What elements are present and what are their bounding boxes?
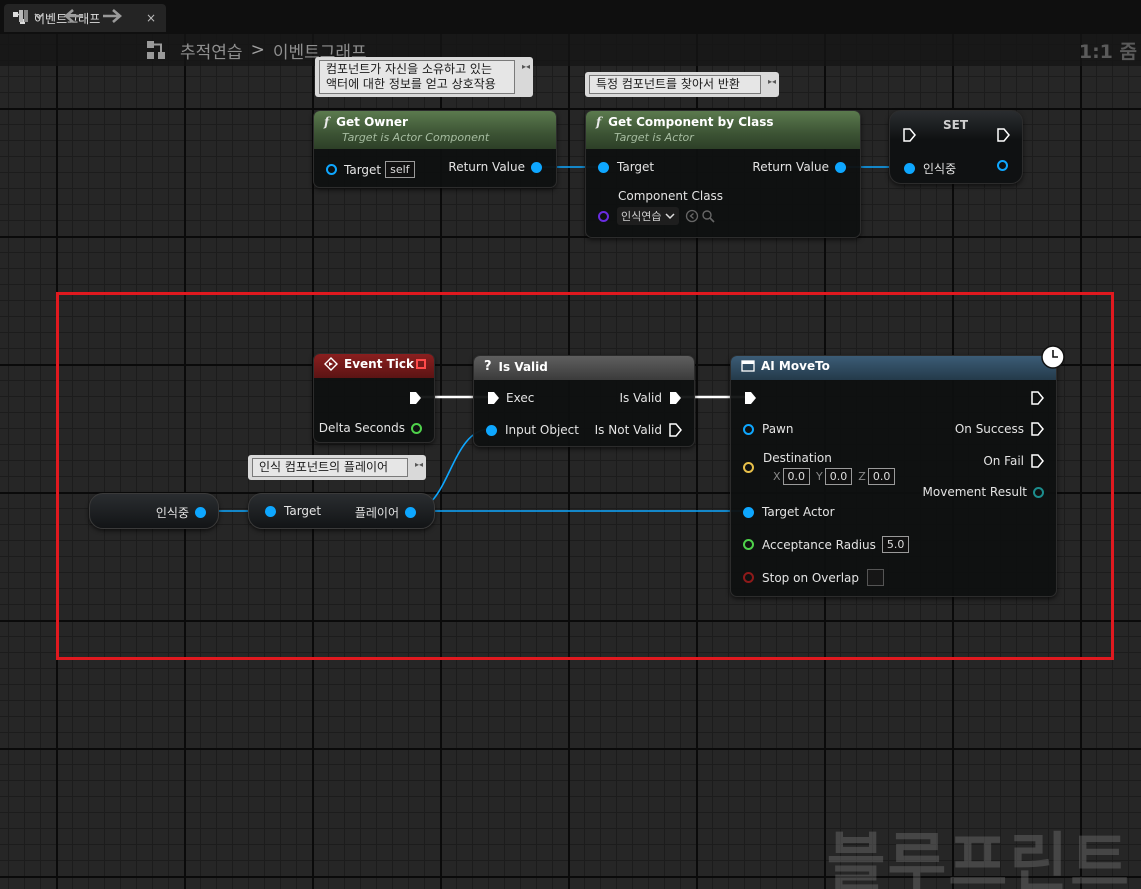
exec-pin-icon[interactable]: [996, 128, 1010, 142]
object-pin-icon[interactable]: [904, 163, 915, 174]
pin-label: Component Class: [618, 189, 724, 203]
pin-exec-in[interactable]: [902, 128, 916, 142]
pin-icon[interactable]: ▸◂: [768, 74, 776, 89]
object-pin-icon[interactable]: [598, 161, 609, 173]
blueprint-editor: { "tab": { "label": "이벤트그래프", "close": "…: [0, 0, 1141, 889]
pin-label: Target: [617, 160, 655, 174]
pin-label: Target: [344, 162, 382, 177]
exec-pin-icon[interactable]: [902, 128, 916, 142]
object-pin-icon[interactable]: [531, 161, 542, 173]
node-title: SET: [943, 118, 969, 132]
target-self-field[interactable]: self: [385, 161, 415, 178]
watermark-text: 블루프린트: [826, 827, 1131, 889]
pin-variable-in[interactable]: 인식중: [904, 160, 956, 177]
node-header: f Get Component by Class Target is Actor: [586, 111, 860, 149]
node-title: Get Component by Class: [608, 115, 774, 129]
component-class-dropdown[interactable]: 인식연습: [617, 207, 679, 225]
pin-variable-out[interactable]: [997, 160, 1008, 171]
selection-highlight: [56, 292, 1114, 660]
comment-get-component[interactable]: 특정 컴포넌트를 찾아서 반환 ▸◂: [585, 72, 779, 97]
use-selected-icon[interactable]: [685, 209, 699, 223]
pin-icon[interactable]: ▸◂: [522, 59, 530, 74]
object-pin-icon[interactable]: [835, 161, 846, 173]
comment-text: 컴포넌트가 자신을 소유하고 있는 액터에 대한 정보를 얻고 상호작용: [319, 60, 515, 94]
pin-return-value[interactable]: Return Value: [448, 160, 542, 174]
comment-text: 특정 컴포넌트를 찾아서 반환: [589, 75, 761, 94]
node-subtitle: Target is Actor: [614, 131, 694, 144]
pin-label: Return Value: [752, 160, 829, 174]
node-subtitle: Target is Actor Component: [342, 131, 490, 144]
dropdown-value: 인식연습: [621, 210, 662, 223]
pin-label: 인식중: [923, 162, 957, 176]
pin-return-value[interactable]: Return Value: [752, 160, 846, 174]
object-pin-icon[interactable]: [997, 160, 1008, 171]
class-pin-icon[interactable]: [598, 210, 609, 222]
node-set[interactable]: SET 인식중: [889, 110, 1023, 184]
pin-component-class-label: Component Class: [618, 189, 723, 203]
node-title: Get Owner: [336, 115, 408, 129]
search-icon[interactable]: [701, 209, 715, 223]
pin-label: Return Value: [448, 160, 525, 174]
node-get-owner[interactable]: f Get Owner Target is Actor Component Tar…: [313, 110, 557, 188]
pin-target[interactable]: Target self: [326, 161, 415, 178]
pin-exec-out[interactable]: [996, 128, 1010, 142]
function-icon: f: [596, 115, 602, 129]
node-get-component-by-class[interactable]: f Get Component by Class Target is Actor …: [585, 110, 861, 238]
chevron-down-icon: [665, 213, 675, 220]
object-pin-icon[interactable]: [326, 164, 337, 175]
pin-target[interactable]: Target: [598, 160, 654, 174]
comment-get-owner[interactable]: 컴포넌트가 자신을 소유하고 있는 액터에 대한 정보를 얻고 상호작용 ▸◂: [315, 57, 533, 97]
function-icon: f: [324, 115, 330, 129]
node-header: f Get Owner Target is Actor Component: [314, 111, 556, 149]
pin-component-class[interactable]: 인식연습: [598, 207, 715, 225]
